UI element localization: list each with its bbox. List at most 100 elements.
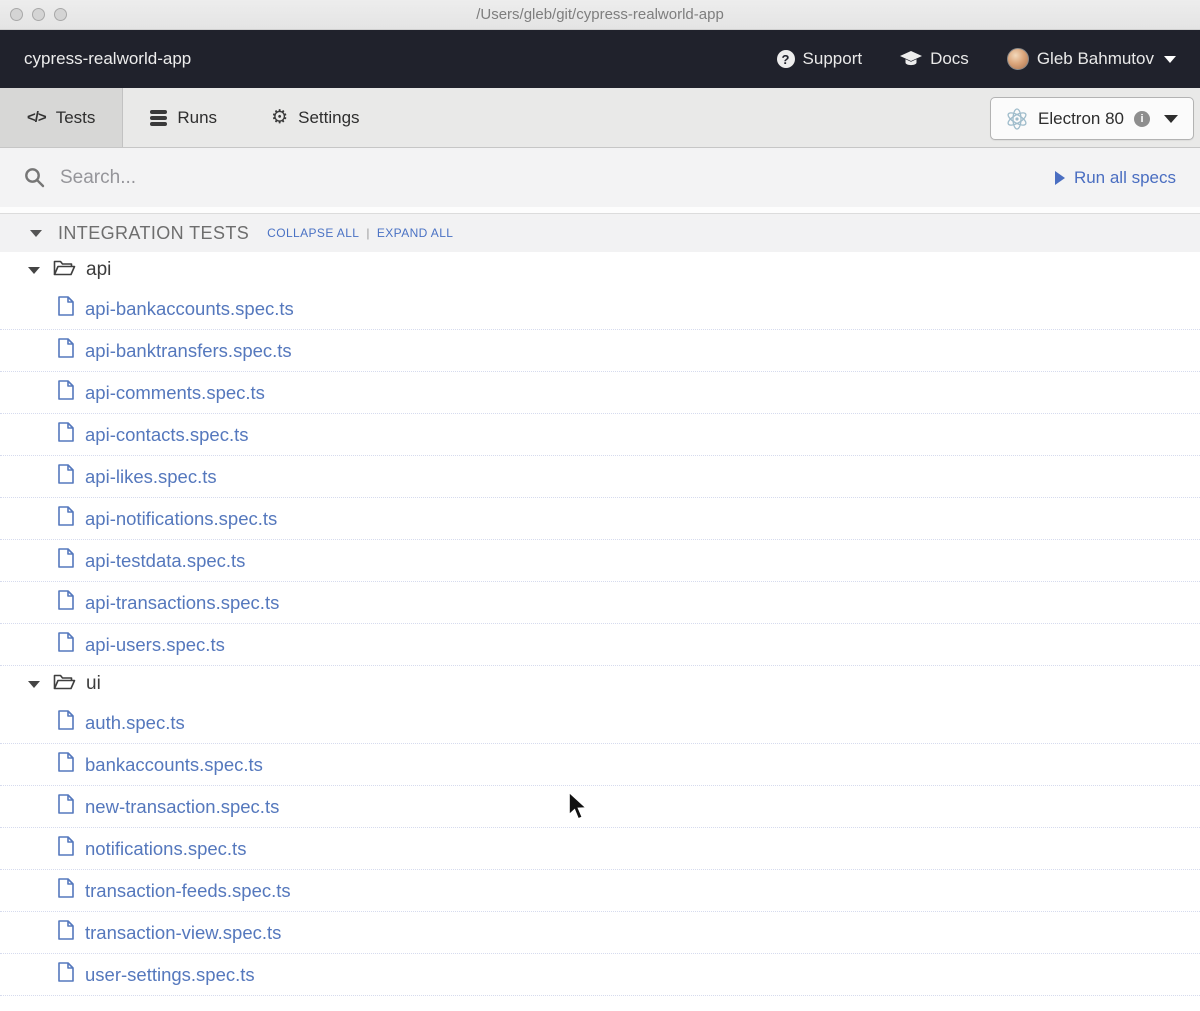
document-icon bbox=[58, 548, 74, 573]
spec-file-name: api-users.spec.ts bbox=[85, 633, 225, 655]
spec-file-row[interactable]: api-comments.spec.ts bbox=[0, 372, 1200, 414]
spec-file-row[interactable]: transaction-feeds.spec.ts bbox=[0, 870, 1200, 912]
document-icon bbox=[58, 710, 74, 735]
document-icon bbox=[58, 920, 74, 945]
search-input[interactable] bbox=[60, 166, 1040, 189]
chevron-down-icon bbox=[30, 229, 42, 237]
support-label: Support bbox=[802, 49, 863, 68]
collapse-expand-links: COLLAPSE ALL | EXPAND ALL bbox=[267, 226, 453, 240]
document-icon bbox=[58, 878, 74, 903]
info-circle-icon[interactable]: i bbox=[1134, 110, 1150, 127]
tab-tests-label: Tests bbox=[55, 107, 96, 127]
spec-list: api api-bankaccounts.spec.ts api-banktrans… bbox=[0, 252, 1200, 996]
spec-file-row[interactable]: api-users.spec.ts bbox=[0, 624, 1200, 666]
spec-file-name: bankaccounts.spec.ts bbox=[85, 753, 263, 775]
chevron-down-icon bbox=[1164, 55, 1176, 63]
app-header: cypress-realworld-app ? Support Docs Gle… bbox=[0, 30, 1200, 88]
spec-file-name: new-transaction.spec.ts bbox=[85, 795, 280, 817]
docs-label: Docs bbox=[930, 49, 969, 68]
question-circle-icon: ? bbox=[776, 50, 795, 68]
browser-select-dropdown[interactable]: Electron 80 i bbox=[990, 97, 1194, 140]
search-icon bbox=[24, 167, 45, 188]
electron-atom-icon bbox=[1006, 107, 1028, 130]
avatar bbox=[1006, 48, 1029, 70]
run-all-specs-label: Run all specs bbox=[1073, 167, 1176, 187]
tab-runs-label: Runs bbox=[177, 107, 218, 127]
support-link[interactable]: ? Support bbox=[776, 49, 863, 69]
spec-file-name: notifications.spec.ts bbox=[85, 837, 247, 859]
play-icon bbox=[1054, 170, 1065, 185]
spec-file-row[interactable]: auth.spec.ts bbox=[0, 702, 1200, 744]
spec-file-row[interactable]: user-settings.spec.ts bbox=[0, 954, 1200, 996]
spec-file-row[interactable]: notifications.spec.ts bbox=[0, 828, 1200, 870]
project-name: cypress-realworld-app bbox=[24, 49, 192, 68]
spec-file-name: api-bankaccounts.spec.ts bbox=[85, 297, 294, 319]
header-menu: ? Support Docs Gleb Bahmutov bbox=[776, 48, 1176, 70]
zoom-window-button[interactable] bbox=[54, 8, 67, 21]
spec-file-row[interactable]: api-transactions.spec.ts bbox=[0, 582, 1200, 624]
folder-row-ui[interactable]: ui bbox=[0, 666, 1200, 702]
integration-tests-header[interactable]: INTEGRATION TESTS COLLAPSE ALL | EXPAND … bbox=[0, 213, 1200, 252]
spec-file-row[interactable]: api-testdata.spec.ts bbox=[0, 540, 1200, 582]
document-icon bbox=[58, 590, 74, 615]
chevron-down-icon bbox=[28, 266, 40, 274]
chevron-down-icon bbox=[28, 680, 40, 688]
document-icon bbox=[58, 506, 74, 531]
window-controls bbox=[10, 8, 67, 21]
window-title-path: /Users/gleb/git/cypress-realworld-app bbox=[476, 6, 724, 23]
spec-file-row[interactable]: api-banktransfers.spec.ts bbox=[0, 330, 1200, 372]
minimize-window-button[interactable] bbox=[32, 8, 45, 21]
spec-file-name: transaction-feeds.spec.ts bbox=[85, 879, 291, 901]
spec-file-name: auth.spec.ts bbox=[85, 711, 185, 733]
spec-file-row[interactable]: bankaccounts.spec.ts bbox=[0, 744, 1200, 786]
close-window-button[interactable] bbox=[10, 8, 23, 21]
docs-link[interactable]: Docs bbox=[900, 49, 969, 69]
folder-row-api[interactable]: api bbox=[0, 252, 1200, 288]
link-separator: | bbox=[366, 226, 370, 240]
graduation-cap-icon bbox=[900, 51, 923, 67]
spec-file-name: api-contacts.spec.ts bbox=[85, 423, 249, 445]
document-icon bbox=[58, 338, 74, 363]
spec-file-row[interactable]: api-contacts.spec.ts bbox=[0, 414, 1200, 456]
search-bar: Run all specs bbox=[0, 148, 1200, 207]
document-icon bbox=[58, 794, 74, 819]
tab-settings[interactable]: ⚙ Settings bbox=[244, 88, 386, 147]
tab-runs[interactable]: Runs bbox=[123, 88, 244, 147]
document-icon bbox=[58, 632, 74, 657]
spec-file-name: api-likes.spec.ts bbox=[85, 465, 217, 487]
spec-file-row[interactable]: new-transaction.spec.ts bbox=[0, 786, 1200, 828]
spec-file-row[interactable]: api-likes.spec.ts bbox=[0, 456, 1200, 498]
database-icon bbox=[150, 109, 168, 126]
document-icon bbox=[58, 380, 74, 405]
spec-file-name: api-testdata.spec.ts bbox=[85, 549, 246, 571]
spec-file-name: api-comments.spec.ts bbox=[85, 381, 265, 403]
user-name: Gleb Bahmutov bbox=[1036, 49, 1154, 68]
user-menu[interactable]: Gleb Bahmutov bbox=[1006, 48, 1176, 70]
section-title: INTEGRATION TESTS bbox=[58, 222, 250, 243]
spec-file-name: transaction-view.spec.ts bbox=[85, 921, 282, 943]
code-icon: </> bbox=[27, 109, 47, 126]
document-icon bbox=[58, 836, 74, 861]
document-icon bbox=[58, 296, 74, 321]
document-icon bbox=[58, 464, 74, 489]
gear-icon: ⚙ bbox=[271, 106, 289, 128]
spec-file-row[interactable]: api-bankaccounts.spec.ts bbox=[0, 288, 1200, 330]
spec-file-row[interactable]: api-notifications.spec.ts bbox=[0, 498, 1200, 540]
expand-all-link[interactable]: EXPAND ALL bbox=[377, 226, 453, 240]
spec-file-row[interactable]: transaction-view.spec.ts bbox=[0, 912, 1200, 954]
nav-bar: </> Tests Runs ⚙ Settings Electron 80 i bbox=[0, 88, 1200, 148]
document-icon bbox=[58, 422, 74, 447]
spec-file-name: api-notifications.spec.ts bbox=[85, 507, 278, 529]
document-icon bbox=[58, 752, 74, 777]
folder-name: ui bbox=[86, 673, 101, 694]
run-all-specs-button[interactable]: Run all specs bbox=[1054, 167, 1176, 188]
window-titlebar: /Users/gleb/git/cypress-realworld-app bbox=[0, 0, 1200, 30]
folder-name: api bbox=[86, 259, 112, 280]
folder-open-icon bbox=[53, 673, 76, 696]
browser-select-label: Electron 80 bbox=[1038, 108, 1124, 128]
folder-open-icon bbox=[53, 259, 76, 282]
tab-tests[interactable]: </> Tests bbox=[0, 88, 124, 147]
document-icon bbox=[58, 962, 74, 987]
collapse-all-link[interactable]: COLLAPSE ALL bbox=[267, 226, 359, 240]
spec-file-name: user-settings.spec.ts bbox=[85, 963, 255, 985]
